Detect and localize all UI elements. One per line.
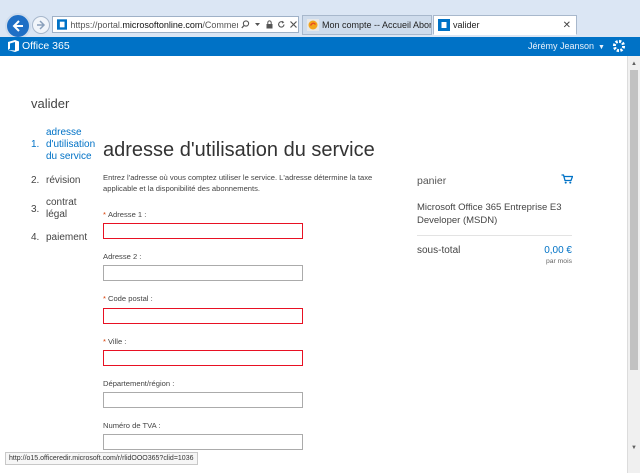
tab-label: valider <box>453 20 480 30</box>
user-name: Jérémy Jeanson <box>528 41 595 51</box>
required-asterisk: * <box>103 337 106 346</box>
address2-input[interactable] <box>103 265 303 281</box>
maximize-icon[interactable] <box>602 0 620 12</box>
address1-input[interactable] <box>103 223 303 239</box>
step-label: contrat légal <box>46 197 77 220</box>
page-content: valider 1. adresse d'utilisation du serv… <box>0 56 627 473</box>
region-label: Département/région : <box>103 379 175 388</box>
tab-label: Mon compte -- Accueil Abonn... <box>322 20 432 30</box>
search-icon[interactable] <box>241 20 250 29</box>
cart-divider <box>417 235 572 236</box>
scroll-down-icon[interactable]: ▼ <box>631 445 637 451</box>
scrollbar-thumb[interactable] <box>630 70 638 370</box>
lock-icon[interactable] <box>265 20 274 29</box>
brand-name: Office 365 <box>22 40 70 52</box>
subtotal-period: par mois <box>545 258 572 265</box>
office365-logo[interactable]: Office 365 <box>8 40 70 52</box>
address-url[interactable]: https://portal.microsoftonline.com/Comme… <box>70 20 238 30</box>
office-logo-icon <box>8 40 19 52</box>
forward-button[interactable] <box>32 16 50 34</box>
minimize-icon[interactable] <box>584 0 602 12</box>
step-number: 1. <box>31 139 40 150</box>
tab-mon-compte[interactable]: Mon compte -- Accueil Abonn... <box>302 15 432 35</box>
required-asterisk: * <box>103 210 106 219</box>
vat-number-input[interactable] <box>103 434 303 450</box>
required-asterisk: * <box>103 294 106 303</box>
vat-number-label: Numéro de TVA : <box>103 421 161 430</box>
form-intro: Entrez l'adresse où vous comptez utilise… <box>103 173 373 193</box>
arrow-right-icon <box>37 20 46 30</box>
chevron-down-icon: ▼ <box>598 44 605 51</box>
shopping-cart-icon[interactable] <box>561 174 573 184</box>
stop-icon[interactable] <box>289 20 298 29</box>
cart-product-name: Microsoft Office 365 Entreprise E3 Devel… <box>417 202 562 226</box>
window-controls <box>584 0 638 12</box>
arrow-left-icon <box>12 20 23 32</box>
scroll-up-icon[interactable]: ▲ <box>631 61 637 67</box>
city-label: * Ville : <box>103 337 127 346</box>
step-label: révision <box>46 175 81 186</box>
step-number: 3. <box>31 204 40 215</box>
page-heading: valider <box>31 96 70 111</box>
close-window-icon[interactable] <box>620 0 638 12</box>
office-tab-icon <box>307 19 319 31</box>
dropdown-icon[interactable] <box>253 20 262 29</box>
postal-code-label: * Code postal : <box>103 294 153 303</box>
browser-chrome: https://portal.microsoftonline.com/Comme… <box>0 0 640 39</box>
office-tab-icon <box>438 19 450 31</box>
postal-code-input[interactable] <box>103 308 303 324</box>
step-label: adresse d'utilisation du service <box>46 127 96 162</box>
cart-title: panier <box>417 175 447 187</box>
address2-label: Adresse 2 : <box>103 252 142 261</box>
address-bar[interactable]: https://portal.microsoftonline.com/Comme… <box>52 16 299 33</box>
settings-gear-icon[interactable] <box>612 39 626 53</box>
region-input[interactable] <box>103 392 303 408</box>
address1-label: * Adresse 1 : <box>103 210 147 219</box>
user-menu[interactable]: Jérémy Jeanson ▼ <box>528 41 605 51</box>
step-number: 2. <box>31 175 40 186</box>
refresh-icon[interactable] <box>277 20 286 29</box>
subtotal-value: 0,00 € <box>544 245 572 256</box>
tab-valider[interactable]: valider ✕ <box>433 15 577 35</box>
subtotal-label: sous-total <box>417 245 461 256</box>
status-bar-url: http://o15.officeredir.microsoft.com/r/r… <box>5 452 198 465</box>
step-number: 4. <box>31 232 40 243</box>
close-tab-icon[interactable]: ✕ <box>563 20 571 31</box>
o365-header: Office 365 Jérémy Jeanson ▼ <box>0 37 640 56</box>
back-button[interactable] <box>5 13 31 39</box>
vertical-scrollbar[interactable]: ▲ ▼ <box>627 56 640 473</box>
step-label: paiement <box>46 232 88 243</box>
form-title: adresse d'utilisation du service <box>103 139 375 162</box>
office-favicon-icon <box>57 19 68 30</box>
city-input[interactable] <box>103 350 303 366</box>
